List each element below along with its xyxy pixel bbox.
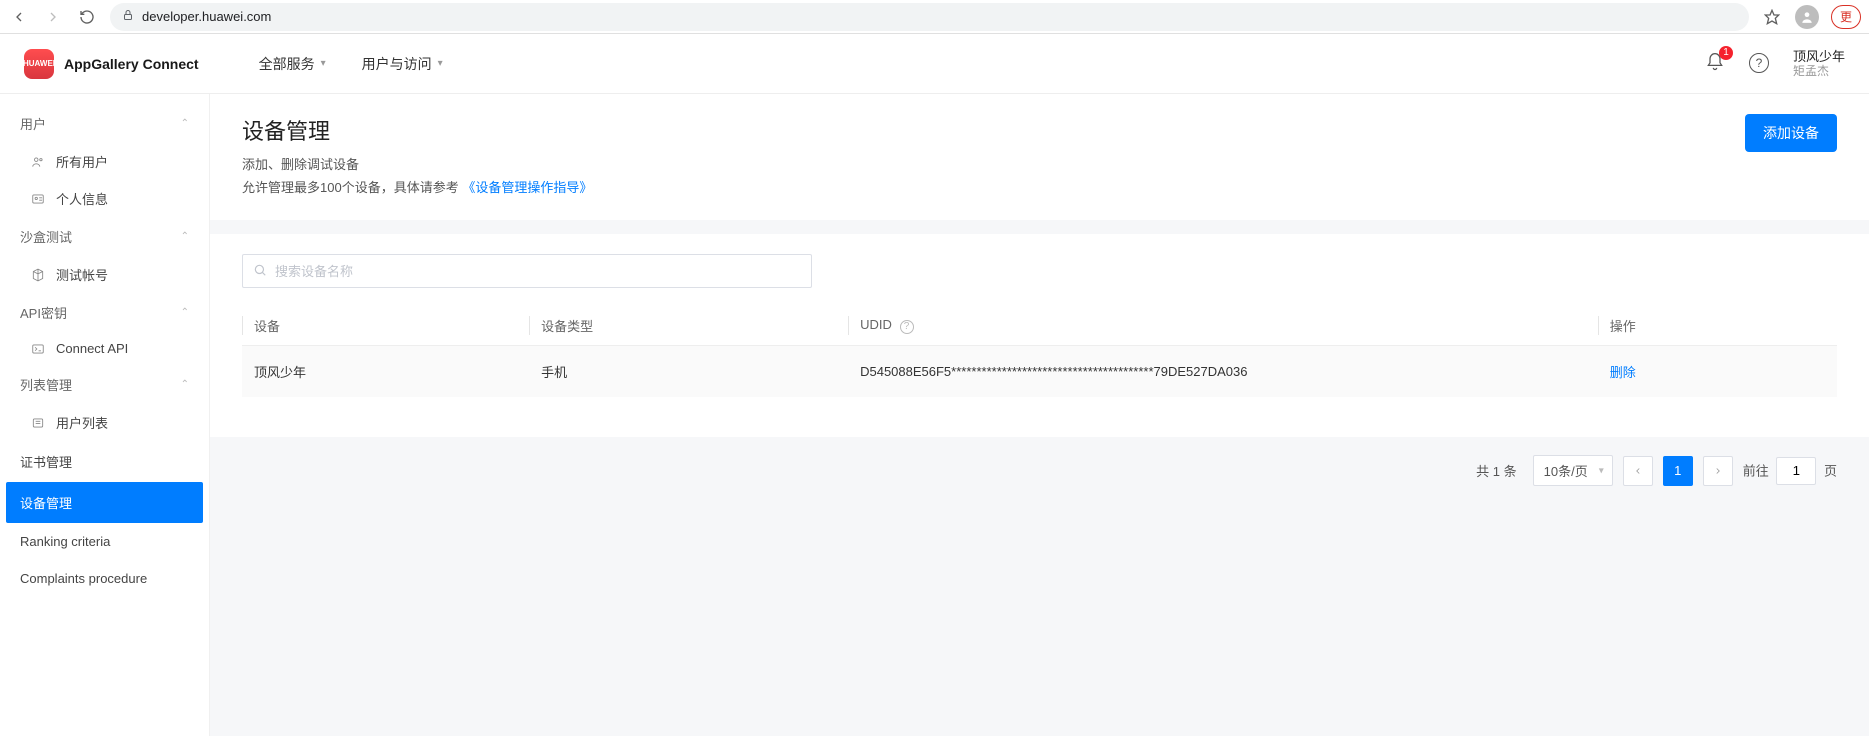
chevron-down-icon: ▾ bbox=[438, 58, 443, 69]
menu-label: 全部服务 bbox=[259, 54, 315, 74]
user-name: 顶风少年 bbox=[1793, 49, 1845, 65]
search-icon bbox=[253, 263, 267, 280]
sidebar-item-test-account[interactable]: 测试帐号 bbox=[0, 256, 209, 293]
page-size-select[interactable]: 10条/页 ▾ bbox=[1533, 455, 1613, 486]
th-action: 操作 bbox=[1598, 306, 1837, 346]
help-button[interactable]: ? bbox=[1749, 53, 1769, 73]
cell-udid: D545088E56F5****************************… bbox=[848, 346, 1598, 398]
chevron-up-icon: ⌃ bbox=[181, 379, 189, 390]
sidebar-group-header-sandbox[interactable]: 沙盒测试⌃ bbox=[0, 217, 209, 256]
chevron-up-icon: ⌃ bbox=[181, 118, 189, 129]
sidebar-group-header-user[interactable]: 用户⌃ bbox=[0, 104, 209, 143]
sidebar-item-profile[interactable]: 个人信息 bbox=[0, 180, 209, 217]
chevron-up-icon: ⌃ bbox=[181, 231, 189, 242]
sidebar-item-label: 所有用户 bbox=[56, 152, 108, 171]
chevron-down-icon: ▾ bbox=[321, 58, 326, 69]
menu-users-access[interactable]: 用户与访问 ▾ bbox=[362, 54, 443, 74]
pagination-total: 共 1 条 bbox=[1476, 461, 1516, 480]
header-menu: 全部服务 ▾ 用户与访问 ▾ bbox=[259, 54, 443, 74]
page-number-1[interactable]: 1 bbox=[1663, 456, 1693, 486]
sidebar-item-cert-mgmt[interactable]: 证书管理 bbox=[0, 441, 209, 482]
terminal-icon bbox=[30, 342, 46, 356]
page-title: 设备管理 bbox=[242, 114, 1745, 146]
sidebar-group-user: 用户⌃ 所有用户 个人信息 bbox=[0, 104, 209, 217]
cell-type: 手机 bbox=[529, 346, 848, 398]
page-description: 允许管理最多100个设备，具体请参考 《设备管理操作指导》 bbox=[242, 177, 1745, 196]
sidebar-item-all-users[interactable]: 所有用户 bbox=[0, 143, 209, 180]
notification-badge: 1 bbox=[1719, 46, 1733, 60]
delete-link[interactable]: 删除 bbox=[1610, 365, 1636, 380]
th-udid: UDID ? bbox=[848, 306, 1598, 346]
sidebar-item-ranking[interactable]: Ranking criteria bbox=[0, 523, 209, 560]
menu-all-services[interactable]: 全部服务 ▾ bbox=[259, 54, 326, 74]
sidebar-group-header-listmgmt[interactable]: 列表管理⌃ bbox=[0, 365, 209, 404]
help-tooltip-icon[interactable]: ? bbox=[900, 320, 914, 334]
sidebar-item-complaints[interactable]: Complaints procedure bbox=[0, 560, 209, 597]
search-input[interactable] bbox=[275, 264, 801, 279]
sidebar-item-connect-api[interactable]: Connect API bbox=[0, 332, 209, 365]
sidebar-group-apikey: API密钥⌃ Connect API bbox=[0, 293, 209, 365]
page-header: 设备管理 添加、删除调试设备 允许管理最多100个设备，具体请参考 《设备管理操… bbox=[210, 94, 1869, 220]
guide-link[interactable]: 《设备管理操作指导》 bbox=[462, 180, 592, 195]
sidebar-item-label: 测试帐号 bbox=[56, 265, 108, 284]
users-icon bbox=[30, 155, 46, 169]
lock-icon bbox=[122, 9, 134, 24]
sidebar-item-device-mgmt[interactable]: 设备管理 bbox=[6, 482, 203, 523]
search-input-wrapper[interactable] bbox=[242, 254, 812, 288]
user-subname: 矩孟杰 bbox=[1793, 64, 1845, 78]
nav-forward-button[interactable] bbox=[42, 6, 64, 28]
th-device: 设备 bbox=[242, 306, 529, 346]
sidebar: 用户⌃ 所有用户 个人信息 沙盒测试⌃ 测试帐号 API密钥⌃ bbox=[0, 94, 210, 736]
app-header: HUAWEI AppGallery Connect 全部服务 ▾ 用户与访问 ▾… bbox=[0, 34, 1869, 94]
browser-overflow-button[interactable]: 更 bbox=[1831, 5, 1861, 29]
device-table: 设备 设备类型 UDID ? 操作 顶风少年 手机 bbox=[242, 306, 1837, 397]
main-content: 设备管理 添加、删除调试设备 允许管理最多100个设备，具体请参考 《设备管理操… bbox=[210, 94, 1869, 736]
notifications-button[interactable]: 1 bbox=[1705, 52, 1725, 75]
nav-back-button[interactable] bbox=[8, 6, 30, 28]
next-page-button[interactable] bbox=[1703, 456, 1733, 486]
sidebar-group-listmgmt: 列表管理⌃ 用户列表 bbox=[0, 365, 209, 441]
browser-profile-avatar[interactable] bbox=[1795, 5, 1819, 29]
cell-device: 顶风少年 bbox=[242, 346, 529, 398]
user-menu[interactable]: 顶风少年 矩孟杰 bbox=[1793, 49, 1845, 79]
huawei-logo-icon: HUAWEI bbox=[24, 49, 54, 79]
url-text: developer.huawei.com bbox=[142, 9, 271, 24]
th-type: 设备类型 bbox=[529, 306, 848, 346]
sidebar-item-label: 个人信息 bbox=[56, 189, 108, 208]
list-icon bbox=[30, 416, 46, 430]
table-row: 顶风少年 手机 D545088E56F5********************… bbox=[242, 346, 1837, 398]
sidebar-item-label: 用户列表 bbox=[56, 413, 108, 432]
sidebar-item-user-list[interactable]: 用户列表 bbox=[0, 404, 209, 441]
chevron-up-icon: ⌃ bbox=[181, 307, 189, 318]
page-subtitle: 添加、删除调试设备 bbox=[242, 154, 1745, 173]
menu-label: 用户与访问 bbox=[362, 54, 432, 74]
pagination: 共 1 条 10条/页 ▾ 1 前往 页 bbox=[210, 437, 1869, 516]
prev-page-button[interactable] bbox=[1623, 456, 1653, 486]
bookmark-star-icon[interactable] bbox=[1761, 6, 1783, 28]
add-device-button[interactable]: 添加设备 bbox=[1745, 114, 1837, 152]
address-bar[interactable]: developer.huawei.com bbox=[110, 3, 1749, 31]
page-jump: 前往 页 bbox=[1743, 457, 1837, 485]
reload-button[interactable] bbox=[76, 6, 98, 28]
chevron-down-icon: ▾ bbox=[1599, 465, 1604, 476]
sidebar-group-header-apikey[interactable]: API密钥⌃ bbox=[0, 293, 209, 332]
sidebar-item-label: Connect API bbox=[56, 341, 128, 356]
page-jump-input[interactable] bbox=[1776, 457, 1816, 485]
app-title: AppGallery Connect bbox=[64, 56, 199, 72]
id-card-icon bbox=[30, 192, 46, 206]
cube-icon bbox=[30, 268, 46, 282]
sidebar-group-sandbox: 沙盒测试⌃ 测试帐号 bbox=[0, 217, 209, 293]
browser-toolbar: developer.huawei.com 更 bbox=[0, 0, 1869, 34]
